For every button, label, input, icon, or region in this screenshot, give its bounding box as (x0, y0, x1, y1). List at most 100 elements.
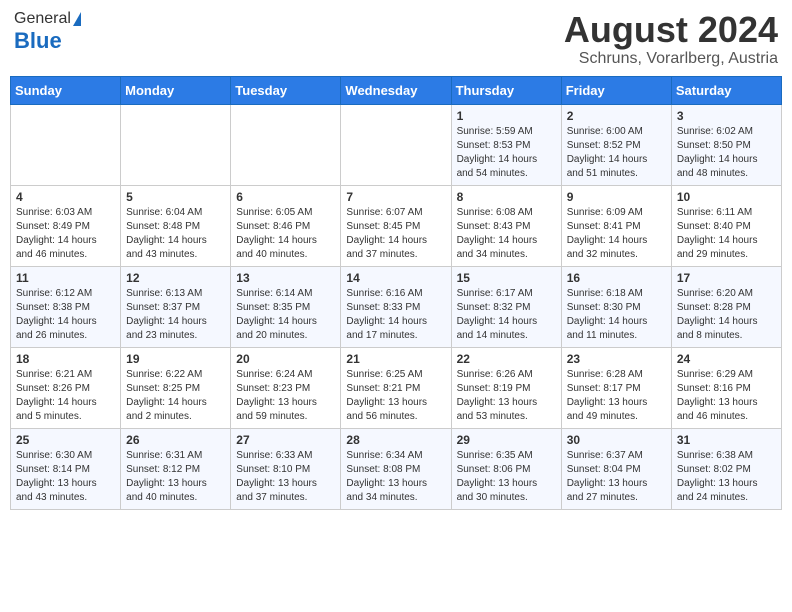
week-row-1: 1 Sunrise: 5:59 AM Sunset: 8:53 PM Daylig… (11, 104, 782, 185)
day-info: Sunrise: 6:21 AM Sunset: 8:26 PM Dayligh… (16, 368, 115, 424)
table-cell: 16 Sunrise: 6:18 AM Sunset: 8:30 PM Dayli… (561, 266, 671, 347)
table-cell: 14 Sunrise: 6:16 AM Sunset: 8:33 PM Dayli… (341, 266, 451, 347)
day-info: Sunrise: 6:38 AM Sunset: 8:02 PM Dayligh… (677, 449, 776, 505)
day-info: Sunrise: 6:05 AM Sunset: 8:46 PM Dayligh… (236, 206, 335, 262)
table-cell: 6 Sunrise: 6:05 AM Sunset: 8:46 PM Daylig… (231, 185, 341, 266)
table-cell (121, 104, 231, 185)
table-cell: 5 Sunrise: 6:04 AM Sunset: 8:48 PM Daylig… (121, 185, 231, 266)
day-number: 16 (567, 271, 666, 285)
day-info: Sunrise: 6:18 AM Sunset: 8:30 PM Dayligh… (567, 287, 666, 343)
day-info: Sunrise: 6:00 AM Sunset: 8:52 PM Dayligh… (567, 125, 666, 181)
table-cell: 8 Sunrise: 6:08 AM Sunset: 8:43 PM Daylig… (451, 185, 561, 266)
table-cell: 11Sunrise: 6:12 AM Sunset: 8:38 PM Dayli… (11, 266, 121, 347)
day-info: Sunrise: 6:22 AM Sunset: 8:25 PM Dayligh… (126, 368, 225, 424)
day-info: Sunrise: 6:33 AM Sunset: 8:10 PM Dayligh… (236, 449, 335, 505)
week-row-3: 11Sunrise: 6:12 AM Sunset: 8:38 PM Dayli… (11, 266, 782, 347)
month-year-title: August 2024 (564, 10, 778, 50)
day-info: Sunrise: 6:26 AM Sunset: 8:19 PM Dayligh… (457, 368, 556, 424)
table-cell: 4 Sunrise: 6:03 AM Sunset: 8:49 PM Daylig… (11, 185, 121, 266)
day-number: 24 (677, 352, 776, 366)
day-number: 31 (677, 433, 776, 447)
week-row-5: 25Sunrise: 6:30 AM Sunset: 8:14 PM Dayli… (11, 428, 782, 509)
calendar-header-row: SundayMondayTuesdayWednesdayThursdayFrid… (11, 76, 782, 104)
header-wednesday: Wednesday (341, 76, 451, 104)
day-info: Sunrise: 6:03 AM Sunset: 8:49 PM Dayligh… (16, 206, 115, 262)
day-number: 21 (346, 352, 445, 366)
day-info: Sunrise: 6:09 AM Sunset: 8:41 PM Dayligh… (567, 206, 666, 262)
day-info: Sunrise: 6:07 AM Sunset: 8:45 PM Dayligh… (346, 206, 445, 262)
day-number: 23 (567, 352, 666, 366)
table-cell: 17Sunrise: 6:20 AM Sunset: 8:28 PM Dayli… (671, 266, 781, 347)
day-info: Sunrise: 6:17 AM Sunset: 8:32 PM Dayligh… (457, 287, 556, 343)
day-number: 4 (16, 190, 115, 204)
header-friday: Friday (561, 76, 671, 104)
table-cell: 24 Sunrise: 6:29 AM Sunset: 8:16 PM Dayli… (671, 347, 781, 428)
table-cell: 2 Sunrise: 6:00 AM Sunset: 8:52 PM Daylig… (561, 104, 671, 185)
logo-blue-text: Blue (14, 28, 62, 54)
day-number: 10 (677, 190, 776, 204)
table-cell: 1 Sunrise: 5:59 AM Sunset: 8:53 PM Daylig… (451, 104, 561, 185)
day-info: Sunrise: 6:25 AM Sunset: 8:21 PM Dayligh… (346, 368, 445, 424)
table-cell: 25Sunrise: 6:30 AM Sunset: 8:14 PM Dayli… (11, 428, 121, 509)
day-info: Sunrise: 6:34 AM Sunset: 8:08 PM Dayligh… (346, 449, 445, 505)
table-cell: 23 Sunrise: 6:28 AM Sunset: 8:17 PM Dayli… (561, 347, 671, 428)
header-monday: Monday (121, 76, 231, 104)
day-info: Sunrise: 6:37 AM Sunset: 8:04 PM Dayligh… (567, 449, 666, 505)
table-cell: 13Sunrise: 6:14 AM Sunset: 8:35 PM Dayli… (231, 266, 341, 347)
table-cell (11, 104, 121, 185)
table-cell: 28 Sunrise: 6:34 AM Sunset: 8:08 PM Dayli… (341, 428, 451, 509)
day-number: 3 (677, 109, 776, 123)
table-cell: 18Sunrise: 6:21 AM Sunset: 8:26 PM Dayli… (11, 347, 121, 428)
day-number: 15 (457, 271, 556, 285)
day-number: 27 (236, 433, 335, 447)
day-info: Sunrise: 6:35 AM Sunset: 8:06 PM Dayligh… (457, 449, 556, 505)
title-section: August 2024 Schruns, Vorarlberg, Austria (564, 10, 778, 68)
table-cell: 20 Sunrise: 6:24 AM Sunset: 8:23 PM Dayli… (231, 347, 341, 428)
table-cell (341, 104, 451, 185)
header-thursday: Thursday (451, 76, 561, 104)
table-cell: 19Sunrise: 6:22 AM Sunset: 8:25 PM Dayli… (121, 347, 231, 428)
day-number: 28 (346, 433, 445, 447)
week-row-2: 4 Sunrise: 6:03 AM Sunset: 8:49 PM Daylig… (11, 185, 782, 266)
day-info: Sunrise: 5:59 AM Sunset: 8:53 PM Dayligh… (457, 125, 556, 181)
table-cell: 7 Sunrise: 6:07 AM Sunset: 8:45 PM Daylig… (341, 185, 451, 266)
day-info: Sunrise: 6:08 AM Sunset: 8:43 PM Dayligh… (457, 206, 556, 262)
day-number: 6 (236, 190, 335, 204)
day-number: 8 (457, 190, 556, 204)
table-cell: 12Sunrise: 6:13 AM Sunset: 8:37 PM Dayli… (121, 266, 231, 347)
day-info: Sunrise: 6:12 AM Sunset: 8:38 PM Dayligh… (16, 287, 115, 343)
day-number: 1 (457, 109, 556, 123)
day-number: 20 (236, 352, 335, 366)
header-sunday: Sunday (11, 76, 121, 104)
day-number: 7 (346, 190, 445, 204)
table-cell: 27 Sunrise: 6:33 AM Sunset: 8:10 PM Dayli… (231, 428, 341, 509)
day-info: Sunrise: 6:16 AM Sunset: 8:33 PM Dayligh… (346, 287, 445, 343)
day-info: Sunrise: 6:24 AM Sunset: 8:23 PM Dayligh… (236, 368, 335, 424)
day-number: 13 (236, 271, 335, 285)
table-cell: 22 Sunrise: 6:26 AM Sunset: 8:19 PM Dayli… (451, 347, 561, 428)
location-subtitle: Schruns, Vorarlberg, Austria (564, 50, 778, 68)
table-cell: 10Sunrise: 6:11 AM Sunset: 8:40 PM Dayli… (671, 185, 781, 266)
day-info: Sunrise: 6:28 AM Sunset: 8:17 PM Dayligh… (567, 368, 666, 424)
day-number: 17 (677, 271, 776, 285)
calendar-table: SundayMondayTuesdayWednesdayThursdayFrid… (10, 76, 782, 510)
header-tuesday: Tuesday (231, 76, 341, 104)
day-number: 30 (567, 433, 666, 447)
logo-general-text: General (14, 10, 71, 28)
day-info: Sunrise: 6:29 AM Sunset: 8:16 PM Dayligh… (677, 368, 776, 424)
day-number: 29 (457, 433, 556, 447)
logo-triangle-icon (73, 12, 81, 26)
table-cell: 31 Sunrise: 6:38 AM Sunset: 8:02 PM Dayli… (671, 428, 781, 509)
week-row-4: 18Sunrise: 6:21 AM Sunset: 8:26 PM Dayli… (11, 347, 782, 428)
day-number: 12 (126, 271, 225, 285)
table-cell: 3Sunrise: 6:02 AM Sunset: 8:50 PM Daylig… (671, 104, 781, 185)
day-number: 22 (457, 352, 556, 366)
day-number: 14 (346, 271, 445, 285)
table-cell: 30 Sunrise: 6:37 AM Sunset: 8:04 PM Dayli… (561, 428, 671, 509)
table-cell (231, 104, 341, 185)
day-number: 2 (567, 109, 666, 123)
day-info: Sunrise: 6:04 AM Sunset: 8:48 PM Dayligh… (126, 206, 225, 262)
header-saturday: Saturday (671, 76, 781, 104)
day-number: 5 (126, 190, 225, 204)
table-cell: 15 Sunrise: 6:17 AM Sunset: 8:32 PM Dayli… (451, 266, 561, 347)
